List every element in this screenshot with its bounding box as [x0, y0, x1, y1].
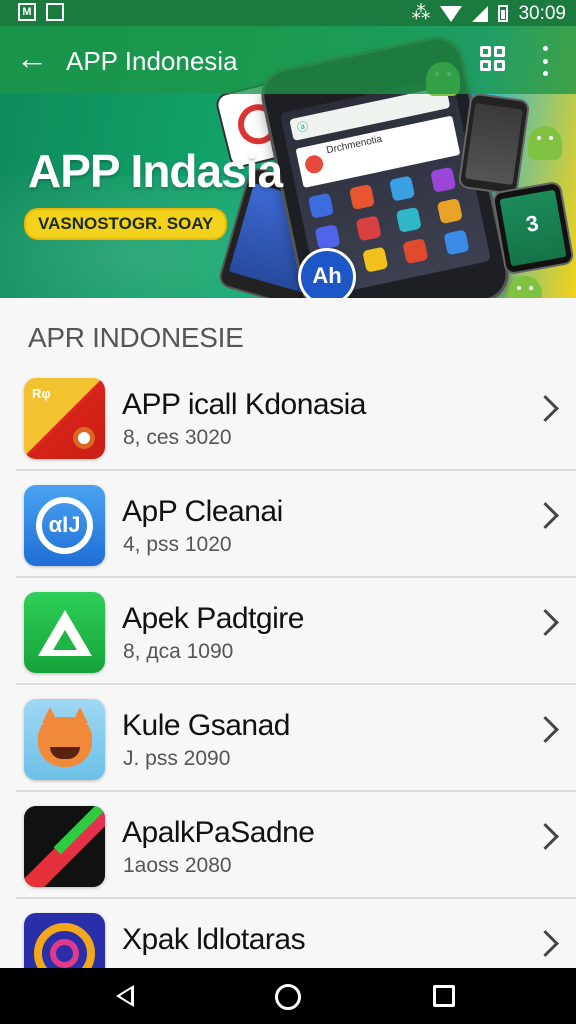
app-meta: 1aoss 2080	[123, 854, 232, 877]
app-bar: ← APP Indonesia	[0, 26, 576, 94]
status-bar: M ⁂ 30:09	[0, 0, 576, 26]
android-icon	[528, 126, 562, 160]
nav-back-icon[interactable]	[116, 985, 134, 1007]
nav-home-icon[interactable]	[275, 984, 301, 1010]
nav-recents-icon[interactable]	[433, 985, 455, 1007]
arrow-left-icon[interactable]: ←	[16, 42, 50, 76]
battery-icon	[498, 5, 509, 22]
notification-m-icon: M	[18, 3, 36, 21]
list-item[interactable]: Kule Gsanad J. pss 2090	[0, 685, 576, 792]
app-name: ApP Cleanai	[122, 495, 283, 528]
app-icon: Rφ	[24, 378, 105, 459]
list-item[interactable]: Apek Padtgire 8, дca 1090	[0, 578, 576, 685]
app-badge-icon: Ah	[298, 248, 356, 298]
chevron-right-icon[interactable]	[532, 395, 559, 422]
signal-icon	[472, 5, 489, 22]
app-icon	[24, 592, 105, 673]
app-meta: 4, pss 1020	[123, 533, 232, 556]
banner-title: APP Indasia	[28, 145, 283, 197]
app-meta: 8, дca 1090	[123, 640, 234, 663]
list-item[interactable]: Rφ APP icall Kdonasia 8, ces 3020	[0, 364, 576, 471]
phone-illustration-right	[457, 92, 531, 196]
chevron-right-icon[interactable]	[532, 930, 559, 957]
grid-icon[interactable]	[480, 46, 508, 74]
clock: 30:09	[518, 2, 566, 24]
photo-notification-icon	[46, 3, 64, 21]
app-list: Rφ APP icall Kdonasia 8, ces 3020 αIJ Ap…	[0, 364, 576, 1006]
chevron-right-icon[interactable]	[532, 823, 559, 850]
app-meta: 8, ces 3020	[123, 426, 232, 449]
phone-illustration-green: 3	[491, 180, 575, 276]
navigation-bar	[0, 968, 576, 1024]
app-name: Kule Gsanad	[122, 709, 290, 742]
vibrate-icon: ⁂	[411, 3, 431, 24]
list-item[interactable]: ApalkPaSadne 1aoss 2080	[0, 792, 576, 899]
app-meta: J. pss 2090	[123, 747, 231, 770]
hero-banner[interactable]: ← APP Indonesia ⓐ Drchmenotia 3 Ah APP I…	[0, 26, 576, 298]
more-vertical-icon[interactable]	[540, 46, 550, 76]
list-item[interactable]: αIJ ApP Cleanai 4, pss 1020	[0, 471, 576, 578]
section-title: APR INDONESIE	[28, 322, 244, 353]
app-name: ApalkPaSadne	[122, 816, 315, 849]
android-icon	[508, 276, 542, 298]
app-icon: αIJ	[24, 485, 105, 566]
app-name: Apek Padtgire	[122, 602, 304, 635]
app-name: APP icall Kdonasia	[122, 388, 366, 421]
app-icon	[24, 806, 105, 887]
banner-pill[interactable]: VASNOSTOGR. SOAY	[24, 208, 228, 240]
app-name: Xpak ldlotaras	[122, 923, 306, 956]
chevron-right-icon[interactable]	[532, 609, 559, 636]
wifi-icon	[440, 5, 463, 22]
chevron-right-icon[interactable]	[532, 716, 559, 743]
page-title: APP Indonesia	[66, 46, 238, 76]
chevron-right-icon[interactable]	[532, 502, 559, 529]
app-icon	[24, 699, 105, 780]
